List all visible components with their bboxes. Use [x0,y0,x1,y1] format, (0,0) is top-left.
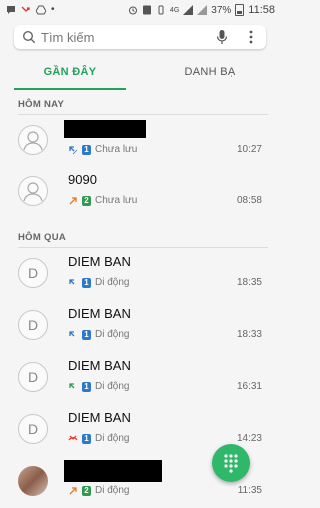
sim-icon [142,5,151,15]
missed-call-icon [68,435,78,440]
drive-icon [36,5,46,14]
call-time: 08:58 [236,195,262,206]
signal-icon [183,5,194,15]
avatar: D [18,362,48,392]
call-time: 18:35 [236,277,262,288]
call-meta: 1 Chưa lưu [68,144,137,155]
more-notifications-icon: • [51,4,55,15]
dialpad-icon [224,454,238,473]
active-tab-indicator [14,88,126,90]
more-options-icon[interactable] [248,29,254,45]
microphone-icon[interactable] [216,29,228,45]
clock: 11:58 [248,4,275,16]
network-type: 4G [169,6,180,14]
tab-contacts[interactable]: DANH BẠ [140,60,280,88]
call-time: 14:23 [236,433,262,444]
call-meta: 1 Di động [68,277,129,288]
search-icon [22,30,36,44]
incoming-call-icon [69,330,75,336]
dialpad-button[interactable] [212,444,250,482]
call-time: 10:27 [236,144,262,155]
avatar [18,176,48,206]
call-meta: 2 Di động [68,485,129,496]
sim-badge: 2 [82,485,91,496]
incoming-call-icon [69,278,75,284]
signal-icon [197,5,208,15]
avatar: D [18,414,48,444]
call-meta: 1 Di động [68,381,129,392]
missed-call-icon [21,6,30,12]
tab-bar: GẦN ĐÂY DANH BẠ [0,60,280,90]
section-header-today: HÔM NAY [18,99,65,110]
call-label: Di động [95,277,130,288]
section-header-yesterday: HÔM QUA [18,232,67,243]
contact-name: 9090 [68,172,97,187]
call-log-row[interactable]: D DIEM BAN 1 Di động 16:31 [0,352,280,404]
call-label: Chưa lưu [95,195,138,206]
message-icon [7,5,15,14]
call-log-row[interactable]: D DIEM BAN 1 Di động 18:35 [0,248,280,300]
call-label: Di động [95,329,130,340]
call-meta: 2 Chưa lưu [68,195,137,206]
search-bar[interactable]: Tìm kiếm [14,25,266,49]
alarm-icon [128,6,137,15]
incoming-call-icon [69,382,75,388]
tab-recent[interactable]: GẦN ĐÂY [0,60,140,88]
sim-badge: 1 [82,144,91,155]
status-bar: • 4G 37% 11:58 [0,0,280,20]
sim-badge: 1 [82,277,91,288]
sim-badge: 1 [82,381,91,392]
call-time: 11:35 [237,485,262,496]
call-meta: 1 Di động [68,433,129,444]
call-time: 16:31 [236,381,262,392]
outgoing-call-icon [69,196,77,204]
contact-name: DIEM BAN [68,306,131,321]
person-icon [23,131,43,151]
call-meta: 1 Di động [68,329,129,340]
call-time: 18:33 [236,329,262,340]
sim-badge: 2 [82,195,91,206]
redacted-name [64,460,162,482]
search-input[interactable]: Tìm kiếm [41,30,94,45]
battery-icon [235,4,245,16]
call-label: Di động [95,381,130,392]
avatar: D [18,258,48,288]
sim-badge: 1 [82,329,91,340]
call-log-row[interactable]: D DIEM BAN 1 Di động 18:33 [0,300,280,352]
battery-percent: 37% [211,4,232,16]
call-log-row[interactable]: 9090 2 Chưa lưu 08:58 [0,166,280,218]
call-log-row[interactable]: 1 Chưa lưu 10:27 [0,115,280,167]
avatar: D [18,310,48,340]
outgoing-call-icon [69,486,77,494]
sim-badge: 1 [82,433,91,444]
contact-name: DIEM BAN [68,254,131,269]
person-icon [23,182,43,202]
avatar [18,125,48,155]
vibrate-icon [158,5,164,15]
contact-name: DIEM BAN [68,358,131,373]
incoming-call-icon [69,145,78,154]
call-label: Di động [95,433,130,444]
contact-name: DIEM BAN [68,410,131,425]
call-label: Di động [95,485,130,496]
call-label: Chưa lưu [95,144,138,155]
redacted-name [64,120,146,138]
avatar [18,466,48,496]
